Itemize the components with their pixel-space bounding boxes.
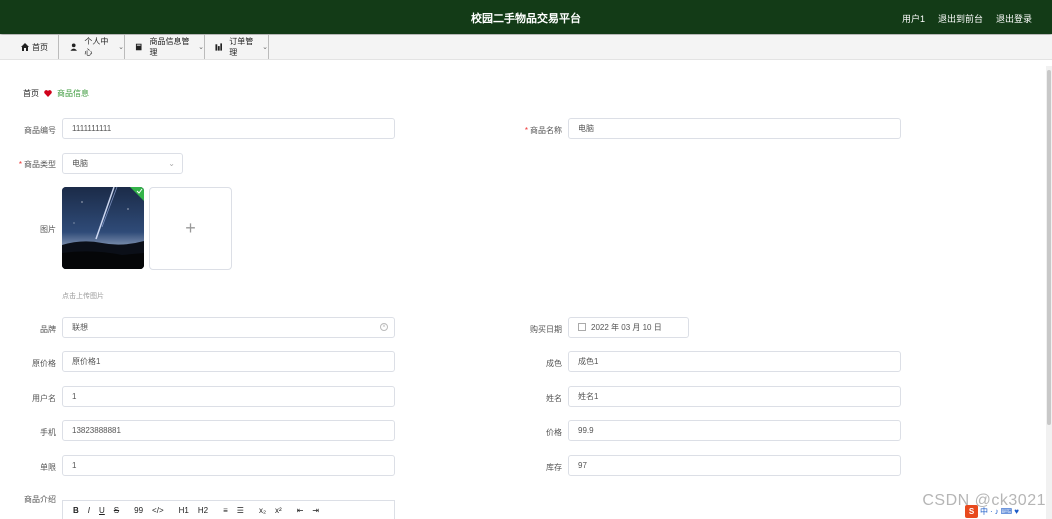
chart-bar-icon	[215, 43, 223, 51]
stock-label: 库存	[546, 463, 562, 472]
goods-name-label: 商品名称	[530, 126, 562, 135]
nav-personal-label: 个人中心	[84, 37, 109, 57]
user-icon	[70, 43, 77, 51]
goods-name-input[interactable]: 电脑	[568, 118, 901, 139]
upload-hint: 点击上传图片	[62, 293, 104, 300]
current-user[interactable]: 用户1	[902, 12, 925, 25]
original-price-label: 原价格	[32, 359, 56, 368]
nav-goods-manage-label: 商品信息管理	[149, 37, 190, 57]
breadcrumb-current: 商品信息	[57, 89, 89, 98]
uploaded-image[interactable]	[62, 187, 144, 269]
phone-input[interactable]: 13823888881	[62, 420, 395, 441]
top-nav: 首页 个人中心 ⌄ 商品信息管理 ⌄ 订单管理 ⌄	[0, 35, 1052, 60]
purchase-date-label: 购买日期	[530, 325, 562, 334]
rich-editor-toolbar: B I U S 99 </> H1 H2 ≡ ☰ x₂ x² ⇤ ⇥	[62, 500, 395, 519]
sogou-logo-icon: S	[965, 505, 978, 518]
scrollbar-thumb[interactable]	[1047, 70, 1051, 425]
purchase-date-picker[interactable]: 2022 年 03 月 10 日	[568, 317, 689, 338]
ime-chinese-mode[interactable]: 中	[980, 506, 988, 517]
goods-type-select[interactable]: 电脑 ⌄	[62, 153, 183, 174]
strike-button[interactable]: S	[114, 506, 119, 515]
bullet-list-button[interactable]: ☰	[237, 506, 244, 515]
ime-toolbar[interactable]: S 中 · ♪ ⌨ ♥	[965, 505, 1019, 518]
ime-dot[interactable]: ·	[990, 507, 993, 516]
book-icon	[135, 43, 142, 51]
quote-button[interactable]: 99	[134, 506, 143, 515]
nav-order-manage[interactable]: 订单管理 ⌄	[215, 35, 269, 59]
nav-home-label: 首页	[32, 42, 48, 52]
home-icon	[21, 43, 29, 51]
price-label: 价格	[546, 428, 562, 437]
username-label: 用户名	[32, 394, 56, 403]
name-label: 姓名	[546, 394, 562, 403]
name-input[interactable]: 姓名1	[568, 386, 901, 407]
back-to-front-link[interactable]: 退出到前台	[938, 12, 983, 25]
goods-no-input[interactable]: 1111111111	[62, 118, 395, 139]
nav-goods-manage[interactable]: 商品信息管理 ⌄	[135, 35, 205, 59]
subscript-button[interactable]: x₂	[259, 506, 266, 515]
ordered-list-button[interactable]: ≡	[223, 506, 228, 515]
chevron-down-icon: ⌄	[198, 44, 204, 51]
success-corner-icon	[130, 187, 144, 201]
superscript-button[interactable]: x²	[275, 506, 282, 515]
chevron-down-icon: ⌄	[118, 44, 124, 51]
outdent-button[interactable]: ⇤	[297, 506, 304, 515]
skin-icon[interactable]: ♥	[1014, 507, 1019, 516]
brand-value: 联想	[72, 323, 88, 332]
microphone-icon[interactable]: ♪	[995, 507, 999, 516]
per-limit-input[interactable]: 1	[62, 455, 395, 476]
page-scrollbar[interactable]	[1046, 66, 1052, 519]
goods-type-label: 商品类型	[24, 160, 56, 169]
price-input[interactable]: 99.9	[568, 420, 901, 441]
brand-label: 品牌	[40, 325, 56, 334]
brand-input[interactable]: 联想 ×	[62, 317, 395, 338]
upload-add-button[interactable]: +	[149, 187, 232, 270]
plus-icon: +	[185, 218, 196, 238]
nav-personal[interactable]: 个人中心 ⌄	[70, 35, 125, 59]
chevron-down-icon: ⌄	[168, 159, 175, 168]
condition-input[interactable]: 成色1	[568, 351, 901, 372]
italic-button[interactable]: I	[88, 506, 90, 515]
goods-type-label-wrap: * 商品类型	[10, 159, 56, 170]
username-input[interactable]: 1	[62, 386, 395, 407]
intro-label: 商品介绍	[24, 495, 56, 504]
purchase-date-value: 2022 年 03 月 10 日	[591, 323, 662, 332]
stock-input[interactable]: 97	[568, 455, 901, 476]
logout-link[interactable]: 退出登录	[996, 12, 1032, 25]
original-price-input[interactable]: 原价格1	[62, 351, 395, 372]
underline-button[interactable]: U	[99, 506, 105, 515]
per-limit-label: 单限	[40, 463, 56, 472]
keyboard-icon[interactable]: ⌨	[1001, 507, 1013, 516]
top-header: 校园二手物品交易平台 用户1 退出到前台 退出登录	[0, 0, 1052, 34]
header-actions: 用户1 退出到前台 退出登录	[902, 12, 1032, 25]
condition-label: 成色	[546, 359, 562, 368]
app-title: 校园二手物品交易平台	[471, 13, 581, 25]
image-label: 图片	[40, 225, 56, 234]
h2-button[interactable]: H2	[198, 506, 208, 515]
nav-home[interactable]: 首页	[21, 35, 59, 59]
h1-button[interactable]: H1	[179, 506, 189, 515]
calendar-icon	[578, 323, 586, 331]
nav-order-manage-label: 订单管理	[229, 37, 254, 57]
required-mark: *	[18, 160, 22, 169]
chevron-down-icon: ⌄	[262, 44, 268, 51]
clear-icon[interactable]: ×	[380, 323, 388, 331]
breadcrumb-home[interactable]: 首页	[23, 88, 39, 99]
goods-no-label: 商品编号	[24, 126, 56, 135]
code-button[interactable]: </>	[152, 506, 164, 515]
heart-icon	[44, 90, 52, 97]
required-mark: *	[524, 126, 528, 135]
breadcrumb: 首页 商品信息	[23, 88, 89, 99]
goods-name-label-wrap: * 商品名称	[500, 125, 562, 136]
indent-button[interactable]: ⇥	[312, 506, 319, 515]
goods-type-value: 电脑	[72, 159, 88, 168]
phone-label: 手机	[40, 428, 56, 437]
bold-button[interactable]: B	[73, 506, 79, 515]
